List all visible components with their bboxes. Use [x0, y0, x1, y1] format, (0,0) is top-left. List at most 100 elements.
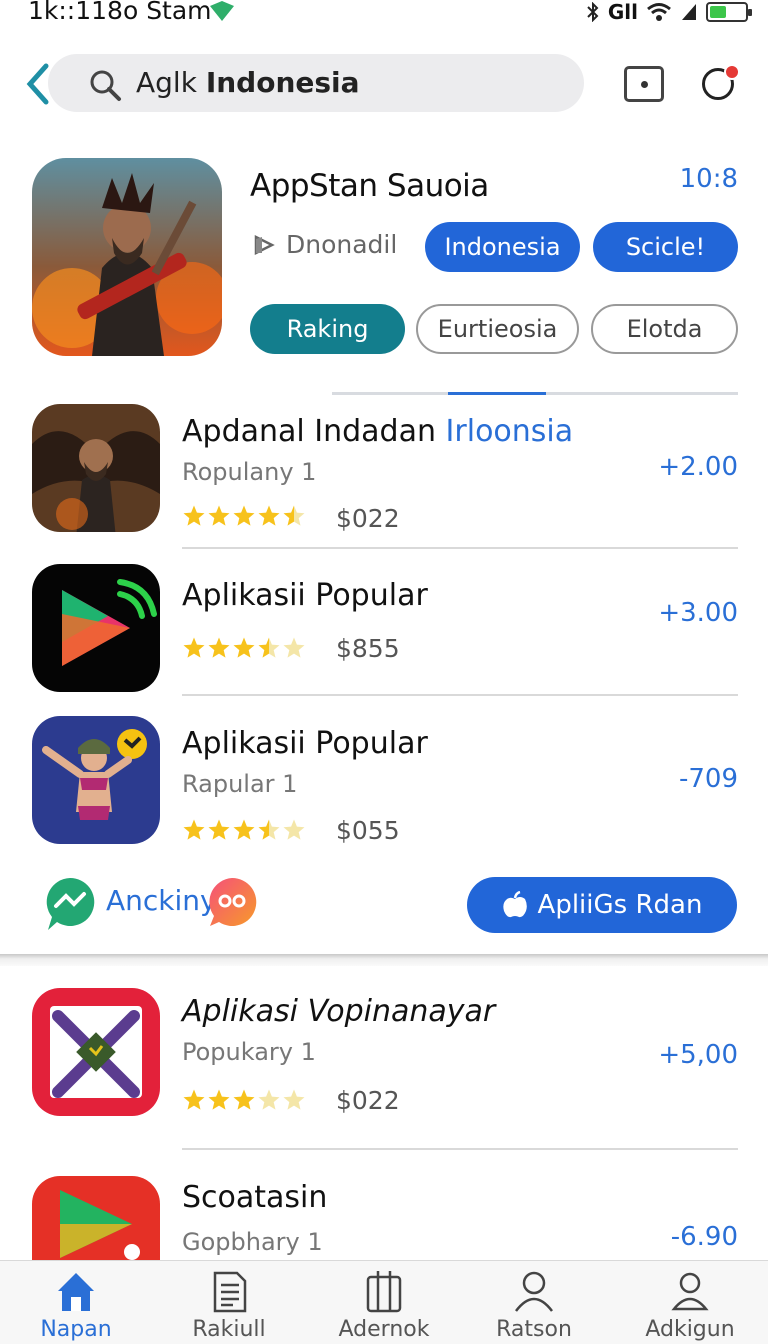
star-icon: [208, 1089, 230, 1110]
app-icon-character: [32, 716, 160, 844]
chip-eurtieosia[interactable]: Eurtieosia: [416, 304, 579, 354]
notification-dot: [724, 64, 740, 80]
notification-button[interactable]: [700, 64, 740, 102]
chat-bubble-icon: [46, 877, 95, 930]
tag-indonesia[interactable]: Indonesia: [425, 222, 580, 272]
messenger-icon: [209, 877, 257, 926]
action-strip: Anckiny ApliiGs Rdan: [0, 860, 768, 950]
star-icon: [183, 505, 205, 526]
list-item[interactable]: Scoatasin Gopbhary 1 -6.90: [0, 1176, 768, 1260]
rating-stars: [182, 636, 306, 660]
featured-app-icon[interactable]: [32, 158, 222, 356]
star-icon: [183, 637, 205, 658]
app-title: Scoatasin: [182, 1180, 328, 1215]
nav-item-ratson[interactable]: Ratson: [474, 1269, 594, 1344]
star-icon: [283, 505, 305, 526]
app-delta: -6.90: [670, 1222, 738, 1252]
account-icon: [671, 1272, 709, 1311]
scan-button[interactable]: [624, 66, 664, 102]
list-item[interactable]: Aplikasi Vopinanayar Popukary 1 $022 +5,…: [0, 984, 768, 1154]
featured-app-title: AppStan Sauoia: [250, 168, 489, 204]
nav-item-adkigun[interactable]: Adkigun: [630, 1269, 750, 1344]
signal-label: Gll: [607, 0, 638, 24]
list-item[interactable]: Apdanal Indadan Irloonsia Ropulany 1 $02…: [0, 404, 768, 552]
home-icon: [58, 1273, 94, 1311]
rating-stars: [182, 1088, 306, 1112]
status-time: 1k::118o Stam: [28, 0, 212, 25]
app-delta: +3.00: [658, 598, 738, 628]
app-price: $855: [336, 634, 400, 663]
tab-indicator-track: [332, 392, 738, 395]
star-icon: [258, 505, 280, 526]
shield-badge-icon: [210, 1, 234, 21]
app-title: Aplikasii Popular: [182, 578, 428, 613]
app-delta: +2.00: [658, 452, 738, 482]
app-title: Aplikasii Popular: [182, 726, 428, 761]
document-icon: [213, 1271, 247, 1313]
app-icon-red-play: [32, 1176, 160, 1260]
star-icon: [258, 637, 280, 658]
star-icon: [283, 1089, 305, 1110]
row-divider: [182, 694, 738, 696]
app-title: Aplikasi Vopinanayar: [182, 994, 496, 1029]
status-bar: 1k::118o Stam Gll: [0, 0, 768, 30]
row-divider: [182, 1148, 738, 1150]
app-price: $022: [336, 1086, 400, 1115]
list-item[interactable]: Aplikasii Popular $855 +3.00: [0, 560, 768, 700]
apple-icon: [502, 891, 527, 918]
app-icon-play: [32, 564, 160, 692]
nav-item-rakiull[interactable]: Rakiull: [169, 1269, 289, 1344]
featured-app: AppStan Sauoia 10:8 Dnonadil Indonesia S…: [0, 150, 768, 390]
star-icon: [208, 637, 230, 658]
search-input[interactable]: Aglk Indonesia: [48, 54, 584, 112]
star-icon: [258, 1089, 280, 1110]
app-icon-warrior: [32, 404, 160, 532]
bottom-nav: Napan Rakiull Adernok Ratson Adkigun: [0, 1260, 768, 1344]
chip-elotda[interactable]: Elotda: [591, 304, 738, 354]
nav-item-napan[interactable]: Napan: [16, 1269, 136, 1344]
app-icon-tools: [32, 988, 160, 1116]
book-icon: [366, 1271, 402, 1313]
app-store-button[interactable]: ApliiGs Rdan: [467, 877, 737, 933]
chip-raking[interactable]: Raking: [250, 304, 405, 354]
wifi-icon: [647, 3, 671, 21]
cell-signal-icon: [682, 4, 696, 20]
section-separator: [0, 954, 768, 966]
app-subtitle: Gopbhary 1: [182, 1228, 323, 1256]
action-label[interactable]: Anckiny: [106, 884, 217, 917]
star-icon: [233, 505, 255, 526]
app-price: $055: [336, 816, 400, 845]
app-subtitle: Rapular 1: [182, 770, 298, 798]
star-icon: [208, 505, 230, 526]
search-query: Aglk Indonesia: [136, 66, 360, 99]
search-header: Aglk Indonesia: [0, 44, 768, 124]
rating-stars: [182, 504, 306, 528]
star-icon: [283, 637, 305, 658]
star-icon: [208, 819, 230, 840]
nav-item-adernok[interactable]: Adernok: [324, 1269, 444, 1344]
star-icon: [183, 819, 205, 840]
star-icon: [258, 819, 280, 840]
star-icon: [183, 1089, 205, 1110]
star-icon: [233, 637, 255, 658]
star-icon: [283, 819, 305, 840]
rating-stars: [182, 818, 306, 842]
star-icon: [233, 1089, 255, 1110]
row-divider: [182, 547, 738, 549]
list-item[interactable]: Aplikasii Popular Rapular 1 $055 -709: [0, 712, 768, 852]
battery-icon: [706, 2, 752, 22]
person-icon: [515, 1271, 553, 1312]
app-title: Apdanal Indadan Irloonsia: [182, 414, 574, 449]
app-delta: +5,00: [658, 1040, 738, 1070]
featured-app-meta: 10:8: [679, 164, 738, 194]
download-label[interactable]: Dnonadil: [252, 230, 397, 259]
app-price: $022: [336, 504, 400, 533]
status-indicators: Gll: [586, 0, 752, 24]
app-subtitle: Popukary 1: [182, 1038, 316, 1066]
tag-scicle[interactable]: Scicle!: [593, 222, 738, 272]
app-delta: -709: [678, 764, 738, 794]
app-subtitle: Ropulany 1: [182, 458, 317, 486]
bluetooth-icon: [587, 2, 599, 22]
star-icon: [233, 819, 255, 840]
tab-indicator-active: [448, 392, 546, 395]
